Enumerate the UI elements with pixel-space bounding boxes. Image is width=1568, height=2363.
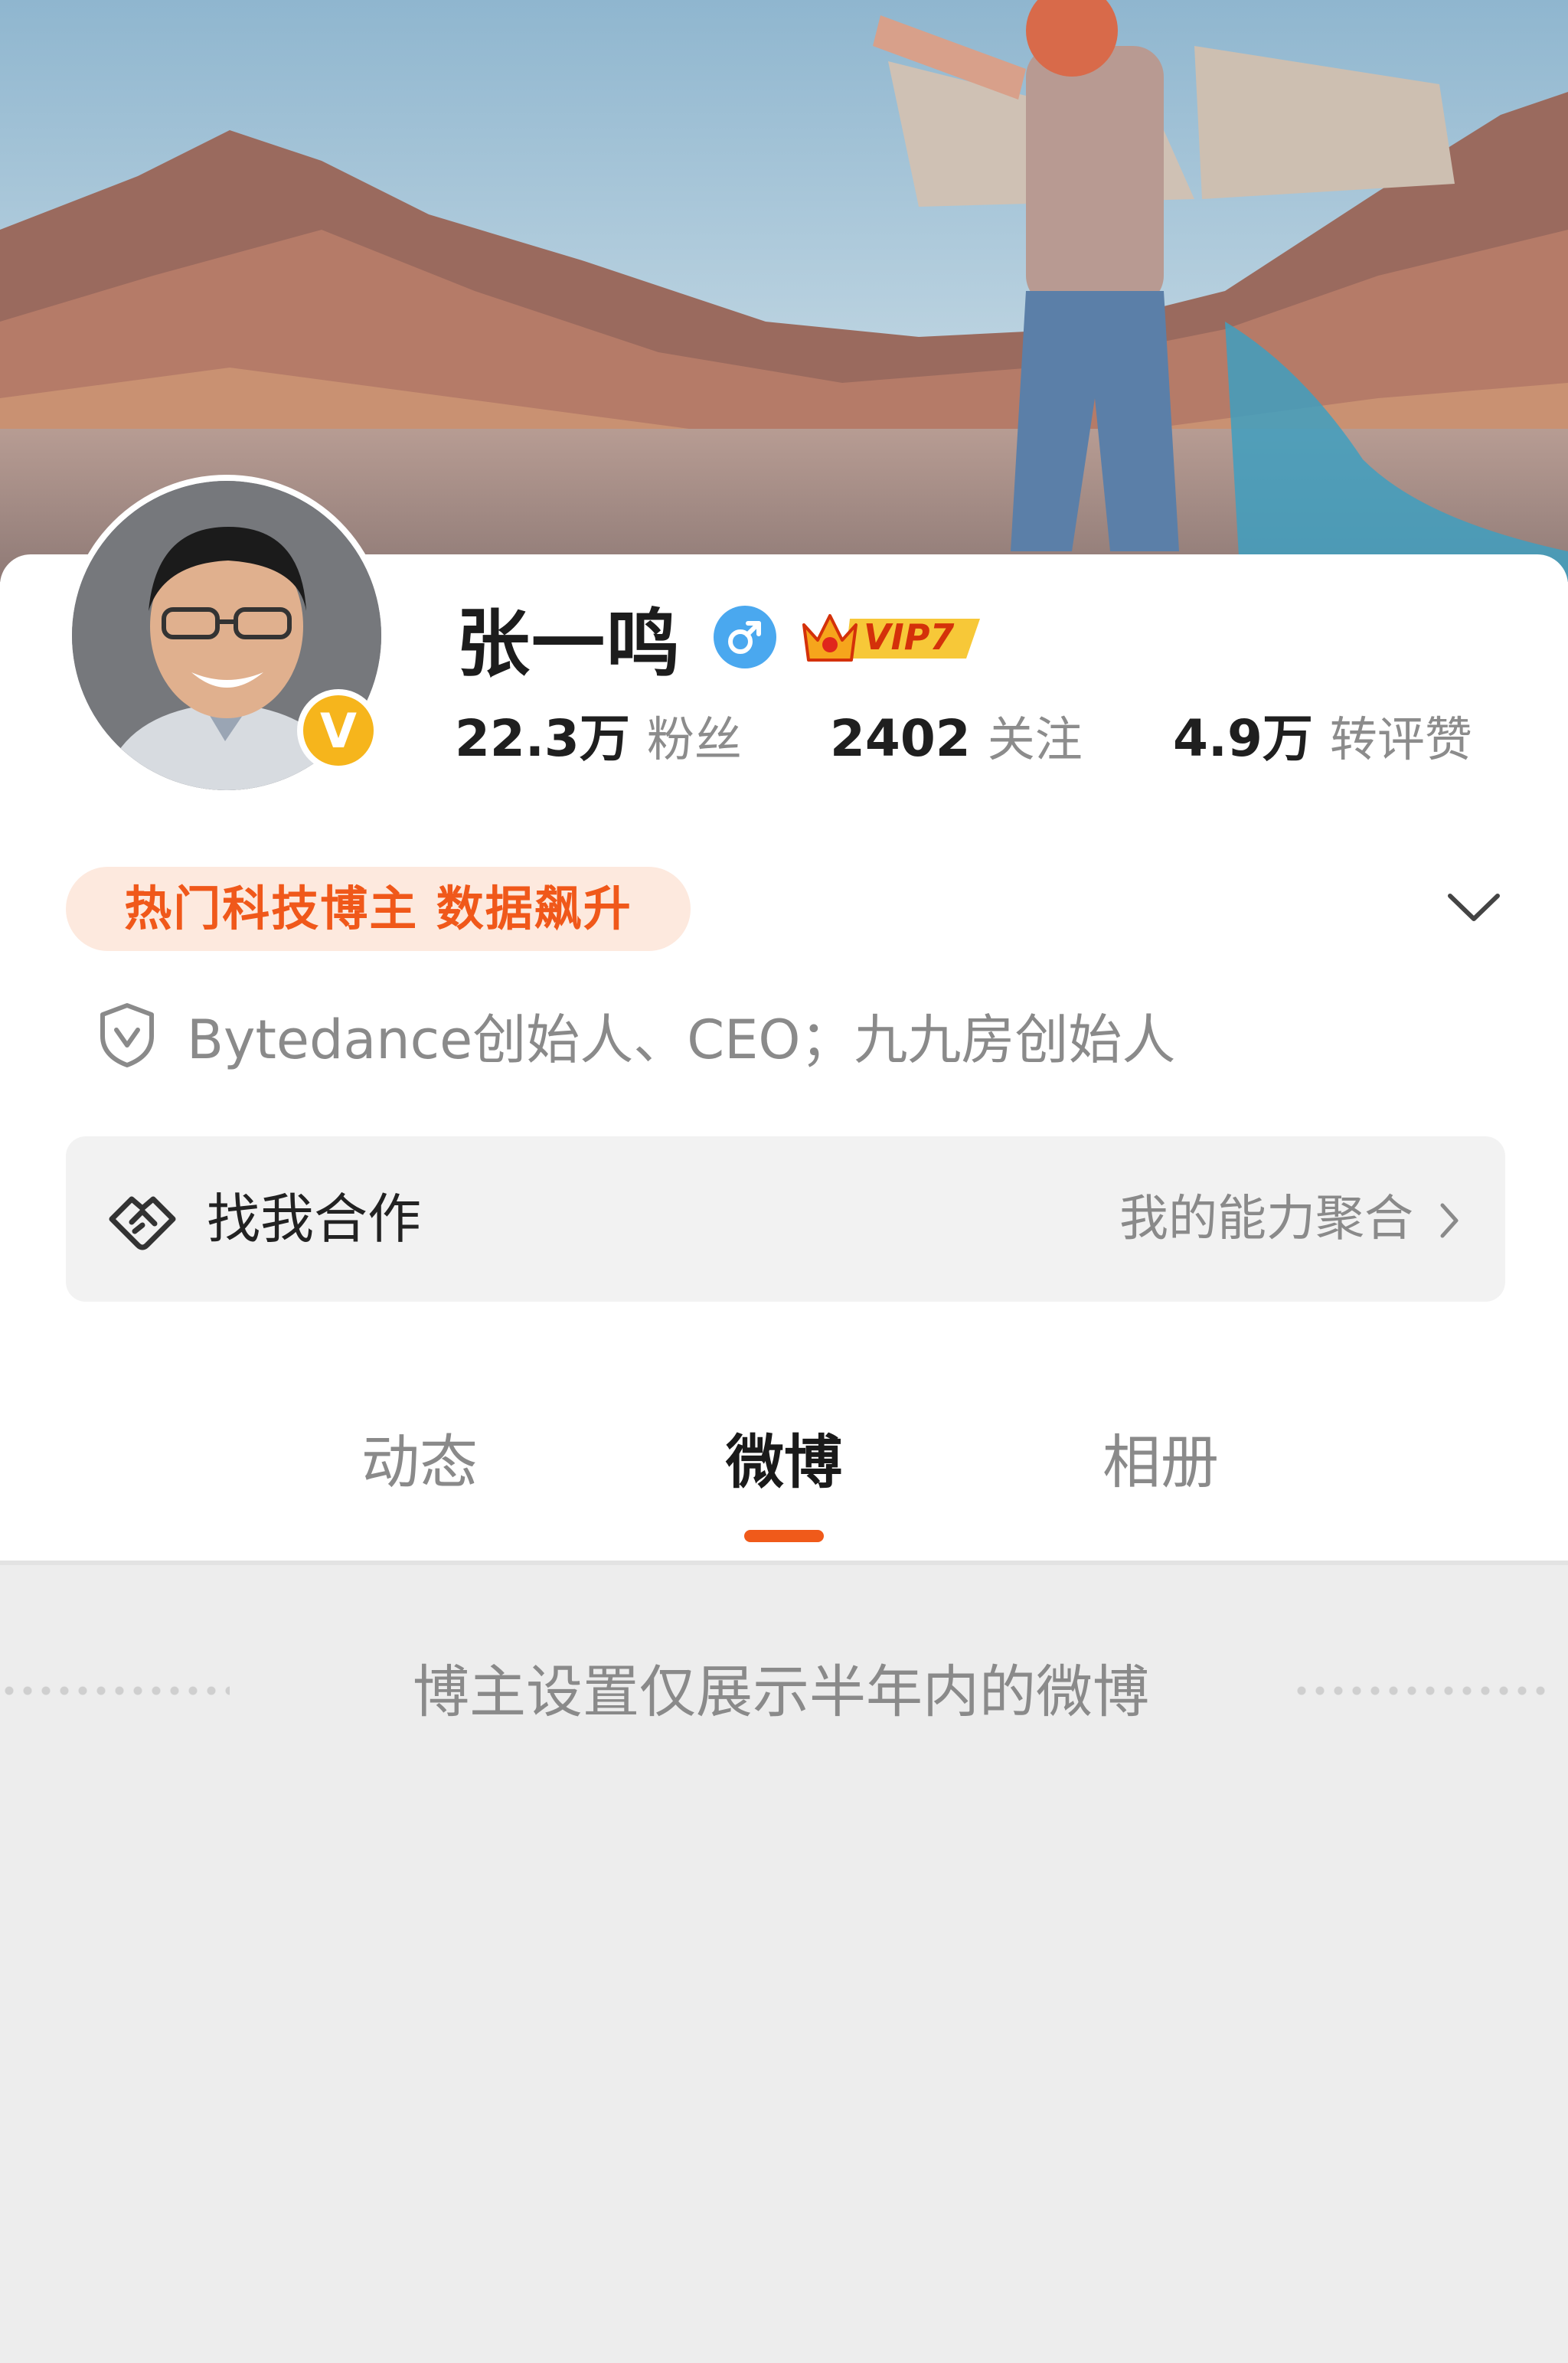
user-name[interactable]: 张一鸣	[456, 584, 681, 691]
visibility-notice: 博主设置仅展示半年内的微博	[413, 1659, 1149, 1725]
notice-row: 博主设置仅展示半年内的微博	[0, 1646, 1568, 1738]
cooperation-title: 找我合作	[207, 1188, 421, 1250]
tab-album[interactable]: 相册	[1046, 1386, 1276, 1539]
tab-activity[interactable]: 动态	[305, 1386, 534, 1539]
shield-icon	[100, 1003, 154, 1067]
stats-row: 22.3万 粉丝 2402 关注 4.9万 转评赞	[455, 704, 1527, 773]
bio-row: Bytedance创始人、CEO；九九房创始人	[96, 997, 1175, 1074]
chevron-down-icon[interactable]	[1446, 888, 1502, 927]
stat-interactions[interactable]: 4.9万 转评赞	[1173, 704, 1472, 773]
hot-blogger-tag[interactable]: 热门科技博主 数据飙升	[66, 867, 691, 951]
vip-badge[interactable]: VIP7	[796, 602, 986, 672]
dotted-divider-left	[0, 1686, 230, 1695]
stat-following[interactable]: 2402 关注	[830, 704, 1083, 773]
stat-followers[interactable]: 22.3万 粉丝	[455, 704, 742, 773]
cooperation-card[interactable]: 找我合作 我的能力聚合	[66, 1136, 1505, 1302]
divider	[0, 1561, 1568, 1565]
dotted-divider-right	[1292, 1686, 1553, 1695]
male-icon	[714, 606, 776, 668]
tab-weibo[interactable]: 微博	[669, 1386, 899, 1539]
bio-text: Bytedance创始人、CEO；九九房创始人	[187, 1008, 1176, 1071]
name-row: 张一鸣 VIP7	[456, 591, 986, 687]
chevron-right-icon	[1440, 1203, 1459, 1238]
verified-badge: V	[297, 689, 380, 772]
cooperation-subtitle: 我的能力聚合	[1119, 1191, 1413, 1247]
handshake-icon	[109, 1196, 176, 1250]
active-tab-indicator	[744, 1530, 824, 1542]
